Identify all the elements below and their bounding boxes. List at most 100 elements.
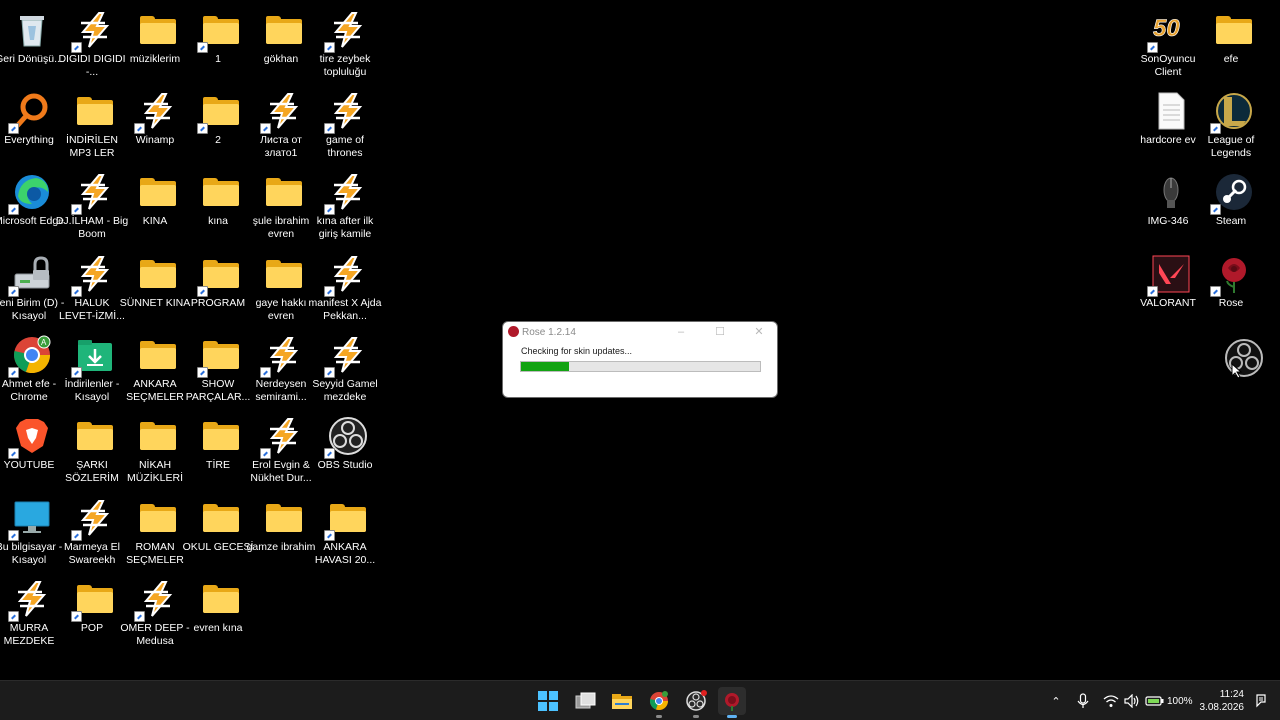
desktop-icon-microsoft-edge[interactable]: Microsoft Edge: [0, 166, 64, 242]
minimize-button[interactable]: –: [674, 325, 688, 339]
wifi-icon[interactable]: [1103, 694, 1119, 708]
desktop-icon-program[interactable]: PROGRAM: [189, 248, 252, 324]
desktop-icon-kına-after-ilk-giriş-kamile[interactable]: kına after ilk giriş kamile: [316, 166, 379, 242]
desktop-icon-şule-ibrahim-evren[interactable]: şule ibrahim evren: [252, 166, 315, 242]
battery-icon[interactable]: [1145, 695, 1165, 707]
winamp-icon: [323, 335, 368, 378]
folder-icon: [70, 579, 115, 622]
chevron-up-icon[interactable]: ⌃: [1049, 695, 1063, 708]
desktop-icon-ni-kah-müzi-kleri[interactable]: NİKAH MÜZİKLERİ: [126, 410, 189, 486]
desktop-icon-gamze-ibrahim[interactable]: gamze ibrahim: [247, 492, 315, 568]
shortcut-arrow-icon: [133, 123, 145, 134]
desktop-icon-murra-mezdeke[interactable]: MURRA MEZDEKE: [0, 573, 63, 649]
desktop-icon-sünnet-kina[interactable]: SÜNNET KINA: [120, 248, 190, 324]
desktop-icon-omer-deep-medusa[interactable]: OMER DEEP - Medusa: [120, 573, 190, 649]
rose-taskbar-button[interactable]: [718, 687, 746, 718]
desktop-icon-ankara-havasi-20[interactable]: ANKARA HAVASI 20...: [315, 492, 379, 568]
winamp-icon: [133, 91, 178, 134]
edge-icon: [7, 172, 52, 215]
clock[interactable]: 11:24 3.08.2026: [1200, 688, 1245, 714]
desktop-icon-everything[interactable]: Everything: [0, 85, 63, 161]
shortcut-arrow-icon: [7, 367, 19, 378]
drive-icon: [7, 254, 52, 297]
close-button[interactable]: ✕: [752, 325, 766, 339]
shortcut-arrow-icon: [323, 530, 335, 541]
desktop-icon-winamp[interactable]: Winamp: [126, 85, 189, 161]
shortcut-arrow-icon: [7, 611, 19, 622]
desktop-icon-gökhan[interactable]: gökhan: [252, 4, 315, 80]
desktop-icon-i-ndirilenler-kısayol[interactable]: İndirilenler - Kısayol: [63, 329, 126, 405]
desktop-icon-valorant[interactable]: VALORANT: [1139, 248, 1202, 324]
desktop-icon-nerdeysen-semirami[interactable]: Nerdeysen semirami...: [252, 329, 315, 405]
desktop-icon-dragging[interactable]: [1212, 332, 1275, 408]
folder-icon: [201, 498, 241, 538]
shortcut-arrow-icon: [1146, 286, 1158, 297]
folder-icon: [196, 91, 241, 134]
desktop-icon-kina[interactable]: KINA: [126, 166, 189, 242]
chrome-button[interactable]: [645, 687, 673, 718]
maximize-button[interactable]: ☐: [713, 325, 727, 339]
desktop-icon-sonoyuncu-client[interactable]: 50 SonOyuncu Client: [1139, 4, 1202, 80]
desktop-icon-game-of-thrones[interactable]: game of thrones: [316, 85, 379, 161]
dialog-title-bar[interactable]: Rose 1.2.14 – ☐ ✕: [503, 322, 777, 342]
desktop-icon-ankara-seçmeler[interactable]: ANKARA SEÇMELER: [126, 329, 189, 405]
desktop-icon-obs-studio[interactable]: OBS Studio: [316, 410, 379, 486]
desktop-icon-tire-zeybek-topluluğu[interactable]: tire zeybek topluluğu: [316, 4, 379, 80]
desktop-icon-bu-bilgisayar-kısayol[interactable]: Bu bilgisayar - Kısayol: [0, 492, 63, 568]
desktop-icon-1[interactable]: 1: [189, 4, 252, 80]
desktop-icon-müziklerim[interactable]: müziklerim: [126, 4, 189, 80]
desktop-icon-evren-kına[interactable]: evren kına: [189, 573, 252, 649]
notification-icon[interactable]: [1254, 694, 1268, 708]
desktop-icon-hardcore-ev[interactable]: hardcore ev: [1139, 85, 1202, 161]
desktop-icon-seyyid-gamel-mezdeke[interactable]: Seyyid Gamel mezdeke: [312, 329, 379, 405]
file-explorer-button[interactable]: [608, 687, 636, 715]
shortcut-arrow-icon: [70, 286, 82, 297]
desktop-icon-label: Steam: [1215, 215, 1247, 227]
desktop-icon-ti-re[interactable]: TİRE: [189, 410, 252, 486]
shortcut-arrow-icon: [133, 611, 145, 622]
shortcut-arrow-icon: [196, 123, 208, 134]
desktop-icon-kına[interactable]: kına: [189, 166, 252, 242]
folder-icon: [264, 498, 304, 538]
desktop-icon-efe[interactable]: efe: [1202, 4, 1265, 80]
desktop-icon-steam[interactable]: Steam: [1202, 166, 1265, 242]
system-tray: ⌃ 100%: [1049, 681, 1193, 720]
desktop-icon-erol-evgin-nükhet-dur[interactable]: Erol Evgin & Nükhet Dur...: [250, 410, 315, 486]
progress-bar: [520, 361, 761, 372]
shortcut-arrow-icon: [70, 204, 82, 215]
desktop-icon-img-346[interactable]: IMG-346: [1139, 166, 1202, 242]
desktop-icon-digidi-digidi[interactable]: DIGIDI DIGIDI -...: [58, 4, 126, 80]
task-view-button[interactable]: [572, 687, 600, 715]
desktop-icon-roman-seçmeler[interactable]: ROMAN SEÇMELER: [126, 492, 189, 568]
desktop-icon-show-parçalar[interactable]: SHOW PARÇALAR...: [186, 329, 252, 405]
desktop-icon-i-ndi-ri-len-mp3-ler[interactable]: İNDİRİLEN MP3 LER: [63, 85, 126, 161]
shortcut-arrow-icon: [7, 530, 19, 541]
desktop-icon-haluk-levet-i-zmi[interactable]: HALUK LEVET-İZMİ...: [59, 248, 126, 324]
start-button[interactable]: [534, 687, 562, 715]
microphone-icon[interactable]: [1077, 693, 1089, 709]
shortcut-arrow-icon: [259, 123, 271, 134]
folder-icon: [264, 172, 304, 212]
desktop-icon-okul-gecesi[interactable]: OKUL GECESİ: [183, 492, 253, 568]
desktop-icon-league-of-legends[interactable]: League of Legends: [1202, 85, 1265, 161]
volume-icon[interactable]: [1124, 694, 1140, 708]
desktop-icon-yeni-birim-d-kısayol[interactable]: Yeni Birim (D) - Kısayol: [0, 248, 64, 324]
folder-icon: [75, 91, 115, 131]
desktop-icon-1[interactable]: Листа от злато1: [252, 85, 315, 161]
rose-active-indicator: [727, 715, 737, 718]
desktop-icon-şarki-sözleri-m[interactable]: ŞARKI SÖZLERİM: [63, 410, 126, 486]
shortcut-arrow-icon: [1146, 42, 1158, 53]
desktop-icon-pop[interactable]: POP: [63, 573, 126, 649]
desktop-icon-rose[interactable]: Rose: [1202, 248, 1265, 324]
desktop-icon-geri-dönüşü[interactable]: Geri Dönüşü...: [0, 4, 63, 80]
desktop-icon-dj-i-lham-big-boom[interactable]: DJ.İLHAM - Big Boom: [56, 166, 128, 242]
desktop-icon-ahmet-efe-chrome[interactable]: A Ahmet efe - Chrome: [0, 329, 63, 405]
dialog-title: Rose 1.2.14: [522, 327, 576, 338]
obs-button[interactable]: [682, 687, 710, 718]
winamp-icon: [323, 172, 368, 215]
desktop-icon-manifest-x-ajda-pekkan[interactable]: manifest X Ajda Pekkan...: [309, 248, 381, 324]
desktop-icon-youtube[interactable]: YOUTUBE: [0, 410, 63, 486]
desktop-icon-marmeya-el-swareekh[interactable]: Marmeya El Swareekh: [63, 492, 126, 568]
desktop-icon-2[interactable]: 2: [189, 85, 252, 161]
desktop-icon-gaye-hakkı-evren[interactable]: gaye hakkı evren: [252, 248, 315, 324]
